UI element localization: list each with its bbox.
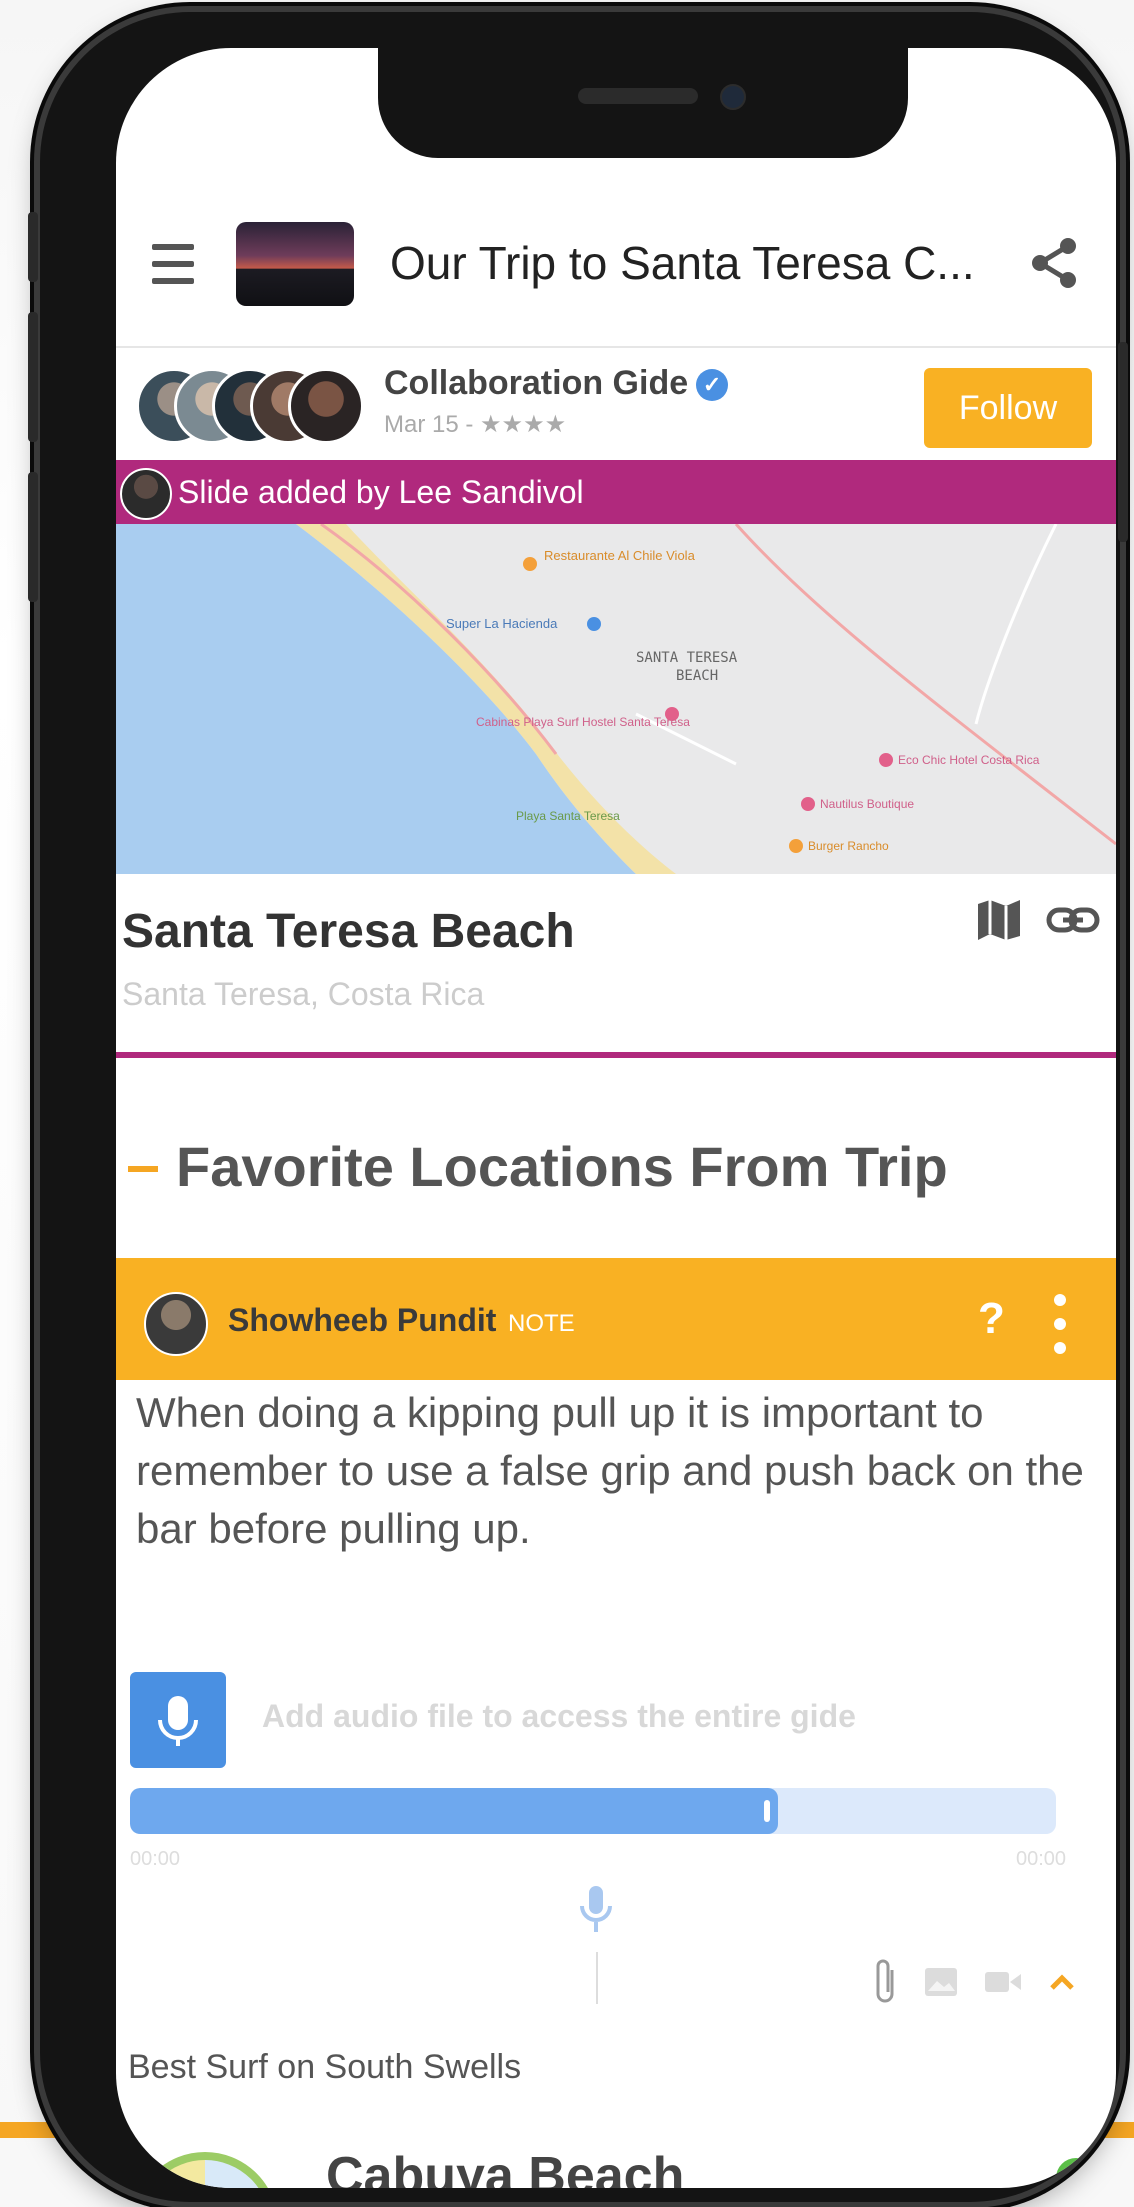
- microphone-icon: [158, 1696, 198, 1746]
- volume-down-button: [28, 472, 38, 602]
- collaboration-name: Collaboration Gide: [384, 364, 689, 402]
- link-icon[interactable]: [1046, 898, 1100, 942]
- toolbar-divider: [596, 1952, 598, 2004]
- map-label: Eco Chic Hotel Costa Rica: [898, 753, 1040, 767]
- avatar: [144, 1292, 208, 1356]
- collaboration-row: Collaboration Gide ✓ Mar 15 - ★★★★ Follow: [116, 346, 1116, 458]
- map-icon[interactable]: [976, 898, 1022, 942]
- map-label: BEACH: [676, 668, 718, 684]
- phone-frame: 10:00 Our Trip to Santa Teresa C... Coll…: [28, 12, 1128, 2202]
- slide-added-banner: Slide added by Lee Sandivol: [116, 460, 1116, 524]
- more-vertical-icon[interactable]: [1054, 1294, 1066, 1354]
- trip-thumbnail[interactable]: [236, 222, 354, 306]
- battery-icon: [1015, 116, 1057, 134]
- location-title: Santa Teresa Beach: [122, 905, 575, 958]
- map-label: Playa Santa Teresa: [516, 809, 620, 823]
- location-subtitle: Santa Teresa, Costa Rica: [122, 976, 485, 1012]
- phone-notch: [378, 48, 908, 158]
- attachment-toolbar: [872, 1956, 1076, 2008]
- add-audio-button[interactable]: [130, 1672, 226, 1768]
- slide-added-text: Slide added by Lee Sandivol: [178, 474, 584, 510]
- verified-icon: ✓: [696, 369, 729, 402]
- volume-up-button: [28, 312, 38, 442]
- location-thumbnail[interactable]: [132, 2152, 278, 2188]
- speaker: [578, 88, 698, 104]
- audio-progress-handle[interactable]: [764, 1800, 771, 1822]
- collaboration-date: Mar 15: [384, 411, 459, 438]
- audio-progress-fill: [130, 1788, 779, 1834]
- note-body: When doing a kipping pull up it is impor…: [136, 1389, 1084, 1552]
- share-icon[interactable]: [1030, 236, 1080, 290]
- map-label: Super La Hacienda: [446, 616, 558, 631]
- map-label: Burger Rancho: [808, 839, 889, 853]
- avatar: [120, 468, 172, 520]
- chevron-up-icon[interactable]: [1048, 1972, 1076, 1992]
- front-camera: [720, 84, 746, 110]
- map-label: Restaurante Al Chile Viola: [544, 548, 696, 563]
- mute-switch: [28, 212, 38, 282]
- record-microphone-icon[interactable]: [576, 1884, 616, 1940]
- status-time: 10:00: [216, 110, 302, 148]
- page-title: Our Trip to Santa Teresa C...: [390, 237, 975, 289]
- audio-time-start: 00:00: [130, 1848, 181, 1870]
- collaboration-title[interactable]: Collaboration Gide ✓: [384, 364, 729, 403]
- follow-button[interactable]: Follow: [924, 368, 1092, 448]
- section-title: Favorite Locations From Trip: [176, 1135, 948, 1198]
- status-icons: [926, 114, 1058, 136]
- audio-prompt: Add audio file to access the entire gide: [262, 1698, 856, 1734]
- power-button: [1118, 342, 1128, 542]
- signal-icon: [926, 114, 955, 136]
- surf-caption: Best Surf on South Swells: [128, 2048, 522, 2086]
- rating-stars-icon: ★★★★: [480, 411, 567, 438]
- collapse-icon[interactable]: [128, 1166, 158, 1172]
- collaboration-meta: Mar 15 - ★★★★: [384, 411, 567, 438]
- note-author[interactable]: Showheeb Pundit: [228, 1302, 496, 1339]
- map-label: Cabinas Playa Surf Hostel Santa Teresa: [476, 715, 690, 729]
- map-label: Nautilus Boutique: [820, 797, 914, 811]
- video-icon[interactable]: [984, 1969, 1022, 1995]
- location-map[interactable]: Restaurante Al Chile Viola Super La Haci…: [116, 524, 1116, 874]
- note-badge: NOTE: [508, 1310, 575, 1337]
- image-icon[interactable]: [924, 1967, 958, 1997]
- location-actions: [976, 898, 1100, 942]
- audio-progress-bar[interactable]: [130, 1788, 1056, 1834]
- wifi-icon: [971, 116, 999, 135]
- audio-time-end: 00:00: [1016, 1848, 1067, 1870]
- map-label: SANTA TERESA: [636, 650, 738, 666]
- app-bar: Our Trip to Santa Teresa C...: [116, 208, 1116, 328]
- paperclip-icon[interactable]: [872, 1956, 898, 2008]
- note-header: Showheeb Pundit NOTE ?: [116, 1258, 1116, 1380]
- section-divider: [116, 1052, 1116, 1058]
- menu-icon[interactable]: [152, 244, 194, 284]
- help-icon[interactable]: ?: [978, 1294, 1005, 1344]
- app-screen: 10:00 Our Trip to Santa Teresa C... Coll…: [116, 48, 1116, 2188]
- avatar: [288, 368, 364, 444]
- location-card-title[interactable]: Cabuya Beach: [326, 2146, 684, 2188]
